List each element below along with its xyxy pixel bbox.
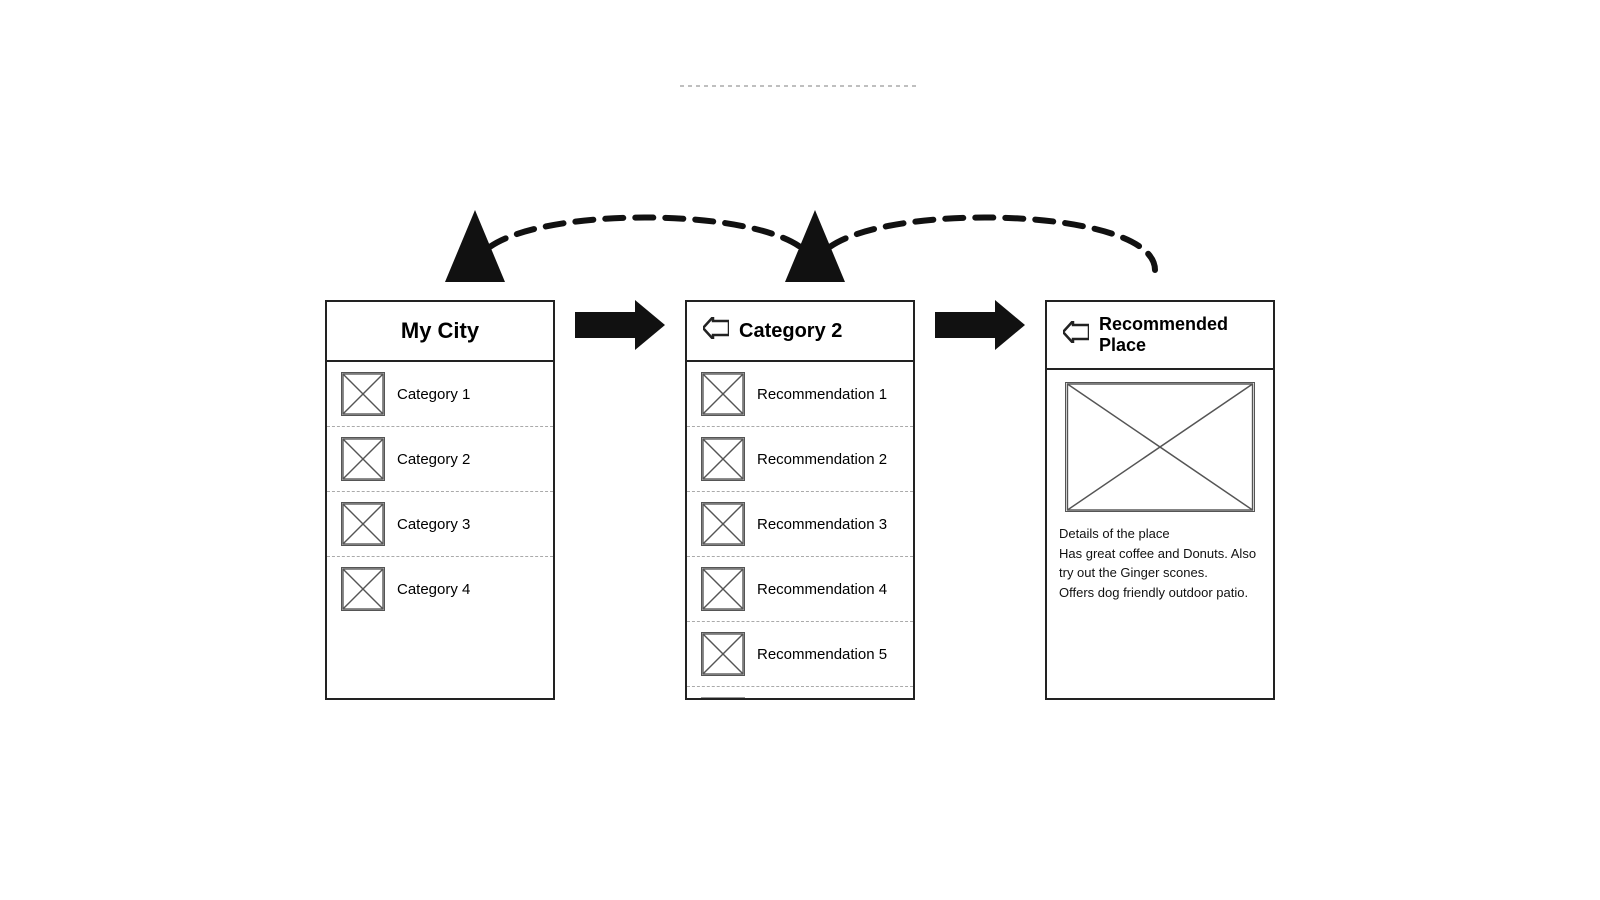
arrow-1-spacer: [555, 300, 685, 350]
list-item[interactable]: Recommendation 1: [687, 362, 913, 427]
place-image: [1065, 382, 1255, 512]
arrow-2-spacer: [915, 300, 1045, 350]
category-4-icon: [341, 567, 385, 611]
list-item[interactable]: Recommendation 4: [687, 557, 913, 622]
list-item[interactable]: Category 1: [327, 362, 553, 427]
category-panel-header[interactable]: Category 2: [687, 302, 913, 362]
city-panel: My City Category 1 Category 2: [325, 300, 555, 700]
list-item[interactable]: Category 3: [327, 492, 553, 557]
place-panel: Recommended Place Details of the placeHa…: [1045, 300, 1275, 700]
list-item[interactable]: Recommendation 5: [687, 622, 913, 687]
rec-2-icon: [701, 437, 745, 481]
rec-6-icon: [701, 697, 745, 698]
place-details: Details of the placeHas great coffee and…: [1047, 524, 1273, 614]
place-title: Recommended Place: [1099, 314, 1257, 356]
category-panel: Category 2 Recommendation 1 Recommendati…: [685, 300, 915, 700]
category-back-icon[interactable]: [703, 317, 729, 345]
list-item[interactable]: Category 4: [327, 557, 553, 621]
category-4-label: Category 4: [397, 581, 470, 598]
list-item[interactable]: Recommendation 6: [687, 687, 913, 698]
recommendation-list: Recommendation 1 Recommendation 2 Recomm…: [687, 362, 913, 698]
rec-4-label: Recommendation 4: [757, 581, 887, 598]
place-back-icon[interactable]: [1063, 321, 1089, 349]
place-details-text: Details of the placeHas great coffee and…: [1059, 526, 1256, 600]
rec-1-icon: [701, 372, 745, 416]
category-list: Category 1 Category 2 Category 3: [327, 362, 553, 621]
rec-3-label: Recommendation 3: [757, 516, 887, 533]
forward-arrow-1: [575, 300, 665, 350]
category-3-icon: [341, 502, 385, 546]
list-item[interactable]: Recommendation 2: [687, 427, 913, 492]
rec-4-icon: [701, 567, 745, 611]
rec-5-icon: [701, 632, 745, 676]
rec-1-label: Recommendation 1: [757, 386, 887, 403]
list-item[interactable]: Recommendation 3: [687, 492, 913, 557]
city-panel-header: My City: [327, 302, 553, 362]
category-title: Category 2: [739, 320, 842, 343]
city-title: My City: [401, 318, 479, 344]
category-2-label: Category 2: [397, 451, 470, 468]
category-2-icon: [341, 437, 385, 481]
rec-5-label: Recommendation 5: [757, 646, 887, 663]
place-panel-header[interactable]: Recommended Place: [1047, 302, 1273, 370]
rec-3-icon: [701, 502, 745, 546]
list-item[interactable]: Category 2: [327, 427, 553, 492]
rec-2-label: Recommendation 2: [757, 451, 887, 468]
forward-arrow-2: [935, 300, 1025, 350]
category-3-label: Category 3: [397, 516, 470, 533]
category-1-icon: [341, 372, 385, 416]
category-1-label: Category 1: [397, 386, 470, 403]
